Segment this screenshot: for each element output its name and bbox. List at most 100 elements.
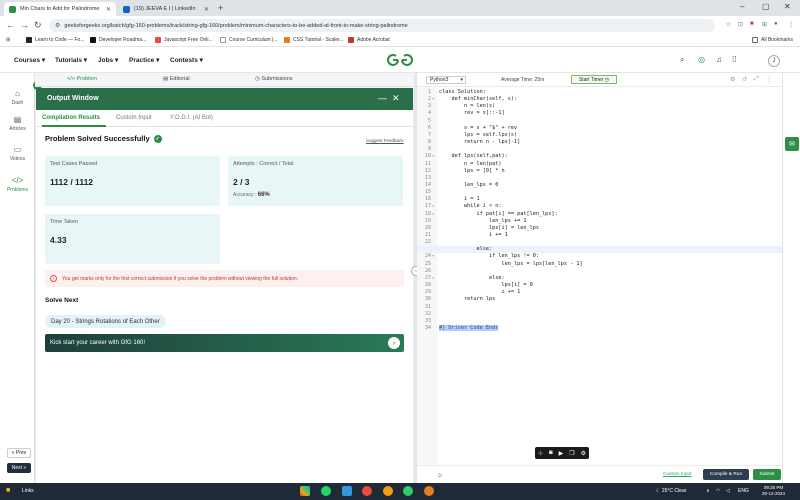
more-icon[interactable]: ⋮ [766, 76, 772, 83]
browser-menu-icon[interactable]: ⋮ [788, 21, 794, 28]
maximize-icon[interactable]: ▢ [762, 2, 770, 11]
close-icon[interactable]: ✕ [204, 6, 209, 13]
tab-compilation-results[interactable]: Compilation Results [42, 115, 100, 121]
next-problem-chip[interactable]: Day 20 - Strings Rotations of Each Other [45, 315, 166, 328]
star-icon[interactable]: ☆ [726, 21, 731, 28]
volume-icon[interactable]: ◁ [726, 488, 730, 494]
code-line[interactable]: n = len(s) [439, 103, 495, 109]
url-input[interactable]: ⚙ geeksforgeeks.org/batch/gfg-160-proble… [49, 19, 715, 32]
close-icon[interactable]: ✕ [106, 6, 111, 13]
bookmark-item[interactable]: Adobe Acrobat [348, 37, 390, 43]
settings-icon[interactable]: ⚙ [581, 450, 586, 457]
gfg-logo-icon[interactable] [386, 53, 414, 67]
theme-toggle-icon[interactable]: ☼ [436, 470, 443, 479]
suggest-feedback-link[interactable]: Suggest Feedback [366, 138, 404, 143]
cursor-icon[interactable]: ⊹ [538, 450, 543, 457]
gfg-coin-icon[interactable]: ◎ [698, 55, 705, 64]
language-indicator[interactable]: ENG [738, 488, 749, 494]
chrome-icon[interactable] [403, 486, 413, 496]
sidebar-item-articles[interactable]: ▤ Articles [0, 115, 35, 132]
profile-avatar-icon[interactable]: ● [774, 21, 778, 27]
fold-toggle-icon[interactable]: ▾ [432, 153, 434, 158]
code-line[interactable]: len_lps += 1 [439, 218, 526, 224]
window-close-icon[interactable]: ✕ [784, 2, 791, 11]
code-line[interactable]: len_lps = 0 [439, 182, 498, 188]
prev-button[interactable]: « Prev [7, 448, 31, 458]
extension-red-icon[interactable]: ■ [750, 21, 754, 27]
minimize-icon[interactable]: – [740, 2, 744, 11]
taskbar-links[interactable]: Links [22, 488, 34, 494]
bell-icon[interactable]: ♫ [716, 55, 722, 64]
next-button[interactable]: Next » [7, 463, 31, 473]
camera-icon[interactable]: ◙ [549, 450, 553, 456]
code-line[interactable]: if pat[i] == pat[len_lps]: [439, 211, 557, 217]
sidebar-item-dash[interactable]: ⌂ Dash [0, 89, 35, 106]
minimize-panel-icon[interactable]: — [378, 93, 387, 103]
code-line[interactable]: len_lps = lps[len_lps - 1] [439, 261, 582, 267]
tab-editorial[interactable]: ▤ Editorial [163, 76, 190, 82]
tab-problem[interactable]: </> Problem [67, 76, 97, 82]
code-line[interactable]: while i < n: [439, 203, 501, 209]
fold-toggle-icon[interactable]: ▾ [432, 96, 434, 101]
code-line[interactable]: i += 1 [439, 289, 520, 295]
tab-submissions[interactable]: ◷ Submissions [255, 76, 293, 82]
close-panel-icon[interactable]: ✕ [392, 93, 400, 104]
code-line[interactable]: if len_lps != 0: [439, 253, 539, 259]
weather-widget[interactable]: ☾ 25°C Clear [656, 488, 686, 494]
settings-icon[interactable]: ⚙ [730, 76, 735, 83]
back-icon[interactable]: ← [6, 20, 15, 30]
nav-tutorials[interactable]: Tutorials ▾ [55, 56, 87, 64]
nav-practice[interactable]: Practice ▾ [129, 56, 159, 64]
tab-custom-input[interactable]: Custom Input [116, 115, 152, 121]
kickstart-banner[interactable]: Kick start your career with GfG 160! › [45, 334, 404, 352]
apps-grid-icon[interactable]: ⊞ [6, 37, 10, 43]
code-line[interactable]: lps = self.lps(s) [439, 132, 517, 138]
code-line[interactable]: i += 1 [439, 232, 508, 238]
photos-app-icon[interactable] [300, 486, 310, 496]
reload-icon[interactable]: ↻ [34, 20, 42, 31]
forward-icon[interactable]: → [20, 20, 29, 30]
bookmark-item[interactable]: CSS Tutorial - Scaler... [284, 37, 344, 43]
apps-icon[interactable]: ⁞⁞ [732, 55, 736, 64]
user-avatar[interactable]: J [768, 55, 780, 67]
code-line[interactable]: def minChar(self, s): [439, 96, 517, 102]
code-line[interactable]: rev = s[::-1] [439, 110, 505, 116]
code-line[interactable]: else: [439, 275, 505, 281]
fold-toggle-icon[interactable]: ▾ [432, 211, 434, 216]
start-timer-button[interactable]: Start Timer ◷ [571, 75, 617, 84]
code-line[interactable]: else: [439, 246, 492, 252]
code-line[interactable]: return n - lps[-1] [439, 139, 520, 145]
code-line[interactable]: n = len(pat) [439, 161, 501, 167]
fold-toggle-icon[interactable]: ▾ [432, 275, 434, 280]
code-editor[interactable]: 1 2 ▾ 3 4 5 6 7 8 9 10 ▾ 11 12 13 14 15 16 17 ▾ 18 ▾ 19 20 21 22 2… [417, 87, 782, 465]
clock[interactable]: 09:35 PM 20-12-2024 [762, 485, 785, 497]
code-line[interactable]: i = 1 [439, 196, 480, 202]
tray-chevron-icon[interactable]: ∧ [706, 488, 710, 494]
nav-jobs[interactable]: Jobs ▾ [98, 56, 118, 64]
nav-courses[interactable]: Courses ▾ [14, 56, 45, 64]
new-tab-icon[interactable]: + [218, 3, 223, 13]
browser-tab-linkedin[interactable]: (19) JEEVA E I | LinkedIn ✕ [118, 2, 214, 16]
submit-button[interactable]: Submit [753, 469, 781, 480]
reset-icon[interactable]: ↺ [742, 76, 747, 83]
code-line[interactable]: lps[i] = 0 [439, 282, 532, 288]
code-line[interactable]: s = s + "$" + rev [439, 125, 517, 131]
sidebar-item-videos[interactable]: ▭ Videos [0, 145, 35, 162]
all-bookmarks[interactable]: All Bookmarks [752, 37, 793, 43]
chat-icon[interactable]: ✉ [785, 137, 799, 151]
app-icon[interactable] [383, 486, 393, 496]
language-select[interactable]: Python3 ▾ [426, 76, 466, 84]
code-line[interactable]: class Solution: [439, 89, 486, 95]
video-record-icon[interactable]: ▶ [559, 450, 564, 457]
fullscreen-icon[interactable]: ⤢ [754, 76, 759, 83]
wifi-icon[interactable]: ◠ [716, 488, 720, 494]
search-icon[interactable]: ⌕ [680, 55, 684, 65]
bookmark-item[interactable]: Javascript Free Onli... [155, 37, 213, 43]
extension-icon[interactable]: ⊡ [738, 21, 743, 28]
code-line[interactable]: def lps(self,pat): [439, 153, 507, 159]
custom-input-link[interactable]: Custom Input [663, 472, 692, 477]
code-line[interactable]: #} Driver Code Ends [439, 324, 499, 331]
chrome-active-icon[interactable] [424, 486, 434, 496]
code-line[interactable]: return lps [439, 296, 495, 302]
sidebar-item-problems[interactable]: </> Problems [0, 176, 35, 193]
